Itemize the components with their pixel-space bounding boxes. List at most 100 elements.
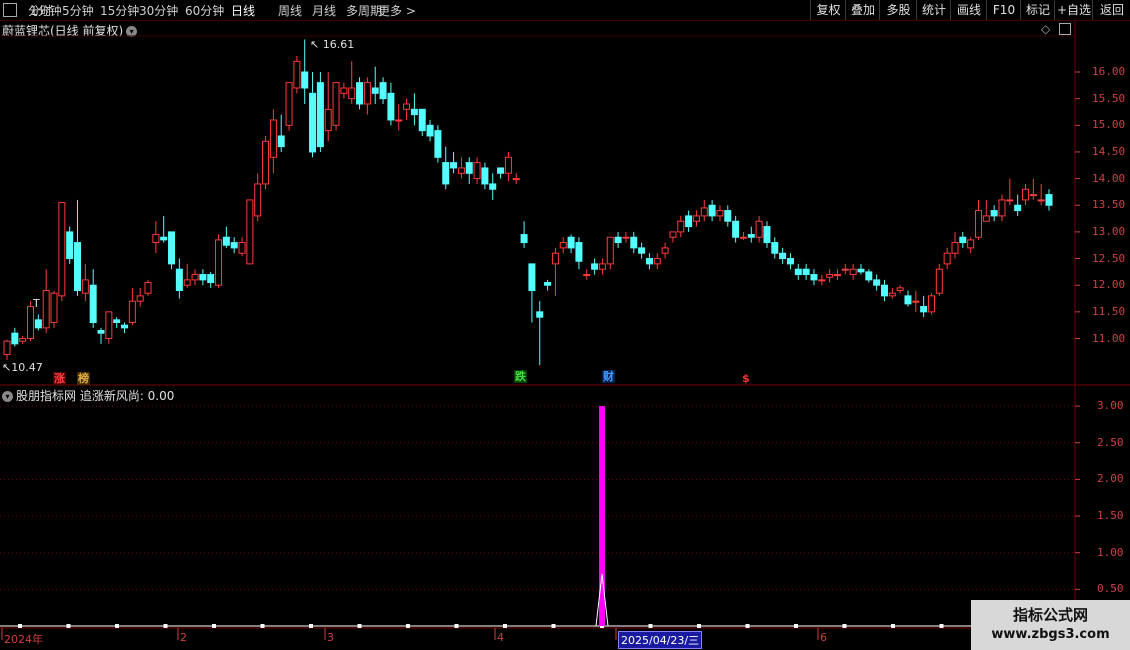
candle-body <box>779 252 787 260</box>
candle-body <box>199 274 207 281</box>
candle-body <box>794 268 802 276</box>
candle-body <box>293 60 301 89</box>
candle-body <box>528 263 536 292</box>
candle-body <box>810 274 818 281</box>
candle-body <box>920 306 928 313</box>
candle-body <box>465 162 473 174</box>
candle-body <box>826 274 834 278</box>
date-label: 2025/04/23/三 <box>618 631 703 649</box>
candle-body <box>990 210 998 217</box>
candle-body <box>927 295 935 313</box>
candle-body <box>160 236 168 241</box>
watermark-title: 指标公式网 <box>1012 606 1088 624</box>
t-marker: T <box>33 297 40 310</box>
candle-body <box>152 234 160 244</box>
event-marker-3[interactable]: 财 <box>602 370 615 383</box>
candle-body <box>638 247 646 254</box>
candle-body <box>316 82 324 148</box>
candle-body <box>1037 199 1045 202</box>
candle-body <box>238 242 246 254</box>
event-marker-2[interactable]: 跌 <box>514 370 527 383</box>
indicator-dot <box>891 624 895 628</box>
candle-body <box>959 236 967 244</box>
candle-body <box>873 279 881 286</box>
date-label: 2024年 <box>4 633 43 646</box>
indicator-dot <box>842 624 847 628</box>
candle-body <box>982 215 990 222</box>
candle-body <box>755 220 763 238</box>
candle-body <box>583 274 591 277</box>
candle-body <box>716 210 724 217</box>
candle-body <box>724 210 732 222</box>
candle-body <box>113 319 121 324</box>
candle-body <box>246 199 254 265</box>
candle-body <box>622 236 630 239</box>
indicator-tick-label: 1.50 <box>1097 509 1124 523</box>
indicator-dot <box>260 624 265 628</box>
candle-body <box>42 290 50 329</box>
price-tick-label: 11.50 <box>1092 304 1126 318</box>
candle-body <box>168 231 176 265</box>
indicator-dot <box>357 624 362 628</box>
candle-body <box>144 282 152 294</box>
candle-body <box>473 162 481 180</box>
candle-body <box>763 226 771 244</box>
candle-body <box>50 292 58 324</box>
price-tick-label: 13.00 <box>1092 224 1126 238</box>
candle-body <box>912 300 920 303</box>
indicator-tick-label: 3.00 <box>1097 399 1124 413</box>
event-marker-1[interactable]: 榜 <box>77 372 90 385</box>
candle-body <box>1045 194 1053 206</box>
candle-body <box>222 236 230 246</box>
candle-body <box>943 252 951 265</box>
indicator-tick-label: 2.00 <box>1097 472 1124 486</box>
candle-body <box>998 199 1006 217</box>
indicator-dot <box>794 624 798 628</box>
candle-body <box>207 274 215 284</box>
candle-body <box>191 274 199 281</box>
candle-body <box>661 247 669 254</box>
indicator-dot <box>697 624 701 628</box>
candle-body <box>434 130 442 158</box>
candle-body <box>700 207 708 217</box>
candle-body <box>1021 188 1029 201</box>
candle-body <box>58 202 66 297</box>
candle-body <box>489 183 497 190</box>
candle-body <box>426 124 434 137</box>
candle-body <box>215 239 223 286</box>
candle-body <box>301 71 309 89</box>
date-label: 2 <box>180 631 187 644</box>
candle-body <box>183 279 191 286</box>
candle-body <box>89 284 97 324</box>
candle-body <box>732 220 740 238</box>
indicator-dot <box>454 624 459 628</box>
candle-body <box>880 284 888 297</box>
candle-body <box>544 282 552 286</box>
candle-body <box>136 295 144 302</box>
indicator-dot <box>309 624 313 628</box>
event-marker-0[interactable]: 涨 <box>53 372 66 385</box>
candle-body <box>896 287 904 292</box>
event-marker-4[interactable]: $ <box>741 372 751 385</box>
candle-body <box>387 92 395 121</box>
candle-body <box>403 103 411 110</box>
candle-body <box>865 271 873 281</box>
candle-body <box>121 324 129 329</box>
candle-body <box>598 263 606 270</box>
candle-body <box>74 242 82 292</box>
candle-body <box>457 167 465 174</box>
price-tick-label: 15.00 <box>1092 118 1126 132</box>
candle-body <box>833 274 841 277</box>
candle-body <box>66 231 74 260</box>
candle-body <box>935 268 943 294</box>
candle-body <box>606 236 614 265</box>
chevron-down-icon[interactable]: ▾ <box>2 391 13 402</box>
candle-body <box>685 215 693 228</box>
candle-body <box>904 295 912 305</box>
indicator-title-row: ▾ 股朋指标网 追涨新风尚: 0.00 <box>2 387 174 404</box>
kline-chart[interactable] <box>0 0 1130 650</box>
candle-body <box>285 82 293 126</box>
candle-body <box>332 82 340 126</box>
candle-body <box>786 258 794 265</box>
indicator-dot <box>745 624 750 628</box>
